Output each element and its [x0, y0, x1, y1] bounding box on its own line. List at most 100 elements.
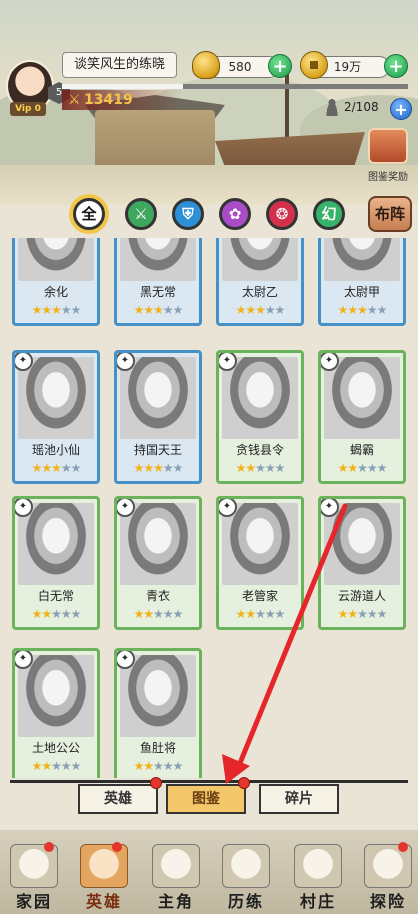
add-slot-button[interactable]: +: [390, 98, 412, 120]
star-icon: ★: [357, 461, 368, 475]
nav-item-protagonist[interactable]: 主角: [148, 844, 204, 914]
star-icon: ★: [255, 303, 266, 317]
star-icon: ★: [162, 303, 174, 317]
hero-card[interactable]: ✦ 蝎霸 ★★★★★: [318, 350, 406, 484]
class-badge-icon: ✦: [219, 499, 237, 517]
add-ingot-button[interactable]: +: [268, 54, 292, 78]
star-icon: ★: [153, 303, 164, 317]
player-name[interactable]: 谈笑风生的练晓: [62, 52, 177, 78]
star-icon: ★: [153, 759, 164, 773]
hero-card[interactable]: 太尉甲 ★★★★★: [318, 238, 406, 326]
filter-faction-3[interactable]: ✿: [219, 198, 251, 230]
vip-badge[interactable]: Vip 0: [10, 102, 46, 116]
notification-dot: [398, 842, 408, 852]
hero-name: 白无常: [37, 589, 74, 603]
hero-grid: 余化 ★★★★★ 黑无常 ★★★★★ 太尉乙 ★★★★★ 太尉甲 ★★★★★ ✦ 瑶池小仙 ★★★★…: [10, 238, 410, 778]
exp-progress-bar: [62, 84, 408, 89]
hero-portrait: [18, 357, 94, 439]
star-icon: ★: [357, 303, 368, 317]
crossed-swords-icon: ⚔: [68, 92, 81, 108]
hero-name: 青衣: [145, 589, 170, 603]
filter-all[interactable]: 全: [73, 198, 105, 230]
nav-item-village[interactable]: 村庄: [290, 844, 346, 914]
class-badge-icon: ✦: [15, 651, 33, 669]
filter-faction-4[interactable]: ❂: [266, 198, 298, 230]
album-reward-icon[interactable]: [368, 128, 408, 164]
star-icon: ★: [162, 607, 174, 621]
star-icon: ★: [143, 303, 154, 317]
hero-portrait: [120, 503, 196, 585]
add-coins-button[interactable]: +: [384, 54, 408, 78]
nav-item-home[interactable]: 家园: [6, 844, 62, 914]
tab-heroes[interactable]: 英雄: [78, 784, 158, 814]
hero-stars: ★★★★★: [321, 461, 403, 475]
hero-card[interactable]: ✦ 云游道人 ★★★★★: [318, 496, 406, 630]
nav-label: 主角: [157, 892, 194, 911]
hero-card[interactable]: 黑无常 ★★★★★: [114, 238, 202, 326]
star-icon: ★: [70, 607, 82, 621]
tab-album[interactable]: 图鉴: [166, 784, 246, 814]
hero-stars: ★★★★★: [15, 607, 97, 621]
star-icon: ★: [255, 607, 266, 621]
hero-name: 蝎霸: [349, 443, 374, 457]
star-icon: ★: [347, 461, 358, 475]
notification-dot: [44, 842, 54, 852]
nav-item-adventure[interactable]: 探险: [360, 844, 416, 914]
star-icon: ★: [60, 303, 72, 317]
hero-name: 余化: [43, 285, 68, 299]
star-icon: ★: [153, 461, 164, 475]
star-icon: ★: [162, 759, 174, 773]
filter-illusion[interactable]: 幻: [313, 198, 345, 230]
star-icon: ★: [245, 607, 256, 621]
star-icon: ★: [366, 303, 378, 317]
hero-card[interactable]: ✦ 贪钱县令 ★★★★★: [216, 350, 304, 484]
hero-stars: ★★★★★: [15, 759, 97, 773]
nav-item-training[interactable]: 历练: [218, 844, 274, 914]
hero-card[interactable]: ✦ 青衣 ★★★★★: [114, 496, 202, 630]
star-icon: ★: [337, 607, 349, 621]
star-icon: ★: [337, 461, 349, 475]
filter-faction-2[interactable]: ⛨: [172, 198, 204, 230]
star-icon: ★: [235, 607, 247, 621]
hero-card[interactable]: ✦ 老管家 ★★★★★: [216, 496, 304, 630]
hero-name: 黑无常: [139, 285, 176, 299]
hero-name: 瑶池小仙: [31, 443, 80, 457]
hero-name: 云游道人: [337, 589, 386, 603]
hero-name: 持国天王: [133, 443, 182, 457]
hero-name: 太尉乙: [241, 285, 278, 299]
hero-card[interactable]: 余化 ★★★★★: [12, 238, 100, 326]
star-icon: ★: [51, 759, 62, 773]
hero-portrait: [18, 238, 94, 281]
star-icon: ★: [70, 759, 82, 773]
nav-label: 家园: [15, 892, 52, 911]
class-badge-icon: ✦: [117, 651, 135, 669]
formation-button[interactable]: 布阵: [368, 196, 412, 232]
hero-stars: ★★★★★: [15, 303, 97, 317]
star-icon: ★: [31, 759, 43, 773]
hero-stars: ★★★★★: [321, 607, 403, 621]
album-reward-label[interactable]: 图鉴奖励: [358, 168, 418, 183]
star-icon: ★: [376, 607, 388, 621]
hero-card[interactable]: ✦ 白无常 ★★★★★: [12, 496, 100, 630]
star-icon: ★: [274, 607, 286, 621]
nav-item-hero[interactable]: 英雄: [76, 844, 132, 914]
hero-card[interactable]: ✦ 瑶池小仙 ★★★★★: [12, 350, 100, 484]
star-icon: ★: [51, 461, 62, 475]
hero-card[interactable]: 太尉乙 ★★★★★: [216, 238, 304, 326]
star-icon: ★: [133, 461, 145, 475]
hero-portrait: [324, 357, 400, 439]
hero-card[interactable]: ✦ 土地公公 ★★★★★: [12, 648, 100, 778]
hero-card[interactable]: ✦ 持国天王 ★★★★★: [114, 350, 202, 484]
hero-stars: ★★★★★: [219, 461, 301, 475]
star-icon: ★: [41, 303, 52, 317]
tab-shards[interactable]: 碎片: [259, 784, 339, 814]
star-icon: ★: [366, 461, 378, 475]
nav-label: 村庄: [299, 892, 336, 911]
bottom-navigation: 家园 英雄 主角 历练 村庄 探险: [0, 830, 418, 914]
star-icon: ★: [274, 461, 286, 475]
exp-progress-fill: [62, 84, 184, 89]
hero-card[interactable]: ✦ 鱼肚将 ★★★★★: [114, 648, 202, 778]
star-icon: ★: [41, 759, 52, 773]
hero-stars: ★★★★★: [117, 607, 199, 621]
filter-faction-1[interactable]: ⚔: [125, 198, 157, 230]
